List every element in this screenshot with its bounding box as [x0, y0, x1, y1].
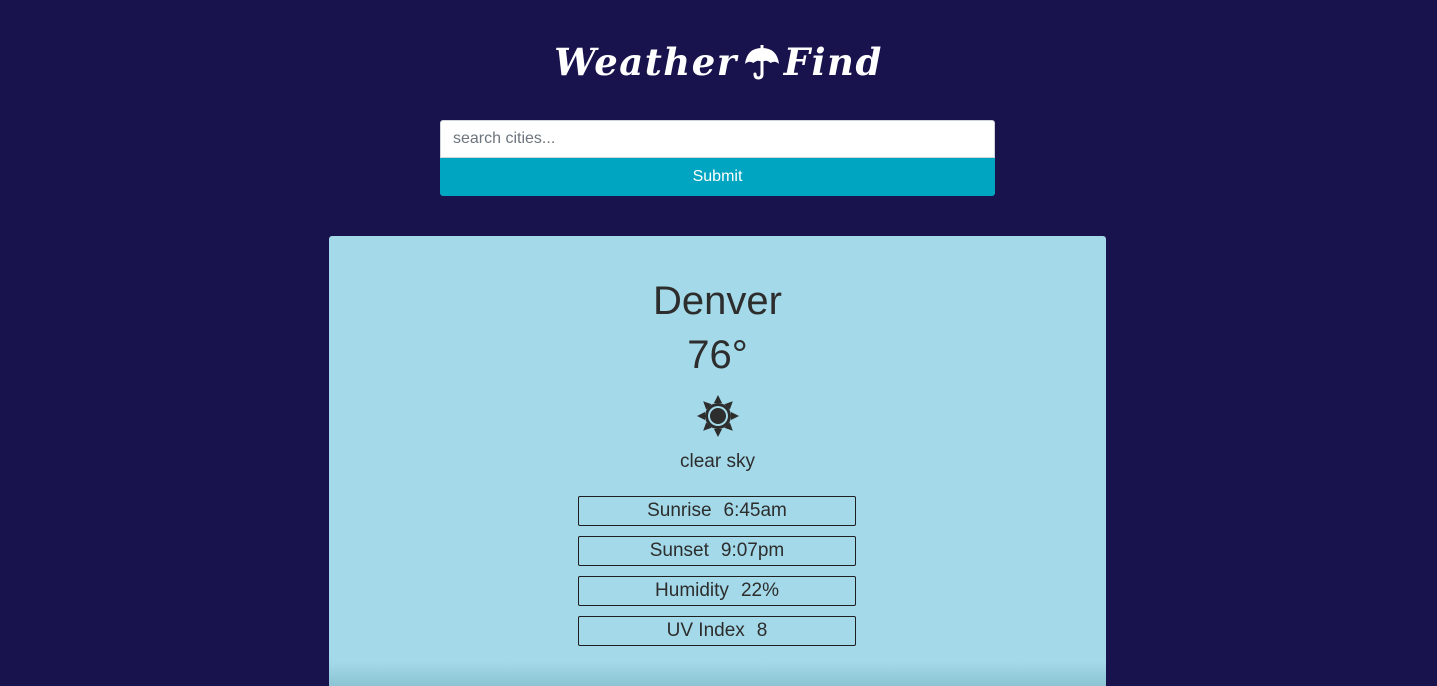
sun-icon — [696, 394, 740, 438]
stat-value: 8 — [756, 620, 768, 641]
stat-value: 6:45am — [723, 500, 787, 521]
logo-text-weather: Weather — [554, 40, 738, 84]
weather-card: Denver 76° clear sky Sunrise 6:45am Suns… — [329, 236, 1106, 686]
weather-description: clear sky — [680, 451, 755, 472]
weather-stats: Sunrise 6:45am Sunset 9:07pm Humidity 22… — [578, 496, 856, 656]
search-input[interactable] — [440, 120, 995, 158]
stat-label: Humidity — [655, 580, 729, 601]
stat-label: Sunset — [649, 540, 709, 561]
stat-uv-index: UV Index 8 — [578, 616, 856, 646]
app-logo: Weather Find — [0, 38, 1437, 86]
stat-label: UV Index — [666, 620, 745, 641]
card-bottom-fade — [329, 662, 1106, 686]
umbrella-icon — [742, 42, 782, 82]
submit-button[interactable]: Submit — [440, 158, 995, 196]
logo-text-find: Find — [783, 40, 883, 84]
stat-value: 9:07pm — [720, 540, 785, 561]
temperature: 76° — [687, 333, 748, 377]
city-name: Denver — [653, 279, 782, 323]
search-form: Submit — [440, 120, 995, 196]
stat-label: Sunrise — [647, 500, 712, 521]
stat-value: 22% — [740, 580, 779, 601]
stat-humidity: Humidity 22% — [578, 576, 856, 606]
stat-sunrise: Sunrise 6:45am — [578, 496, 856, 526]
stat-sunset: Sunset 9:07pm — [578, 536, 856, 566]
